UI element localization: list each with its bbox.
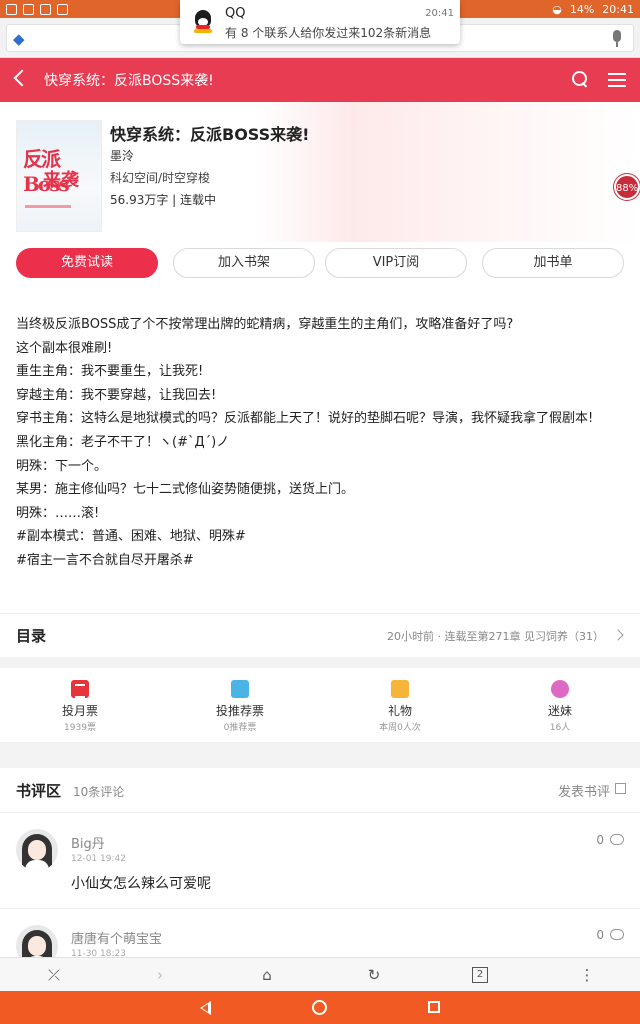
qq-notification[interactable]: QQ 20:41 有 8 个联系人给你发过来102条新消息 [180, 0, 460, 44]
vip-subscribe-button[interactable]: VIP订阅 [325, 248, 467, 278]
comment-bubble-icon[interactable] [610, 834, 624, 845]
book-category[interactable]: 科幻空间/时空穿梭 [110, 169, 210, 186]
reviews-title: 书评区 [16, 782, 62, 800]
review-comment-count: 0 [596, 833, 604, 847]
support-actions: 投月票 1939票 投推荐票 0推荐票 礼物 本周0人次 迷妹 16人 [0, 668, 640, 742]
stat-count: 0推荐票 [223, 723, 257, 733]
review-item[interactable]: Big丹 12-01 19:42 小仙女怎么辣么可爱呢 0 [0, 813, 640, 909]
monthly-ticket-button[interactable]: 投月票 1939票 [20, 680, 140, 733]
refresh-icon[interactable]: ↻ [366, 967, 382, 983]
home-icon[interactable]: ⌂ [259, 967, 275, 983]
screen: ◒ 14% 20:41 ◆ QQ 20:41 有 8 个联系人给你发过来102条… [0, 0, 640, 1024]
close-page-icon[interactable]: ⤫ [46, 967, 62, 983]
toc-label: 目录 [16, 627, 47, 645]
review-text: 小仙女怎么辣么可爱呢 [71, 876, 211, 892]
cover-decoration [25, 205, 71, 208]
tabs-icon[interactable]: 2 [472, 967, 488, 983]
forward-icon[interactable]: › [152, 967, 168, 983]
review-item[interactable]: 唐唐有个萌宝宝 11-30 18:23 0 [0, 910, 640, 957]
intro-line: 某男：施主修仙吗？七十二式修仙姿势随便挑，送货上门。 [16, 482, 355, 498]
intro-line: 穿书主角：这特么是地狱模式的吗？反派都能上天了！说好的垫脚石呢？导演，我怀疑我拿… [16, 411, 594, 427]
stat-label: 投月票 [61, 704, 98, 718]
stat-count: 16人 [549, 723, 571, 733]
notification-icon [57, 3, 68, 15]
search-icon[interactable] [572, 71, 588, 87]
intro-line: 明殊：下一个。 [16, 458, 108, 474]
table-of-contents-row[interactable]: 目录 20小时前 · 连载至第271章 见习饲养（31） [0, 613, 640, 657]
app-header: 快穿系统：反派BOSS来袭! [0, 58, 640, 102]
comment-bubble-icon[interactable] [610, 929, 624, 940]
menu-icon[interactable] [608, 73, 626, 87]
book-meta: 56.93万字 | 连载中 [110, 193, 217, 207]
notification-message: 有 8 个联系人给你发过来102条新消息 [225, 26, 432, 40]
free-read-button[interactable]: 免费试读 [16, 248, 158, 278]
edit-icon[interactable] [615, 783, 626, 794]
review-time: 12-01 19:42 [71, 854, 126, 864]
write-review-button[interactable]: 发表书评 [558, 781, 610, 800]
intro-line: 重生主角：我不要重生，让我死! [16, 364, 204, 380]
gift-icon [391, 680, 409, 698]
stat-label: 礼物 [387, 704, 412, 718]
stat-label: 投推荐票 [215, 704, 264, 718]
intro-line: 当终极反派BOSS成了个不按常理出牌的蛇精病，穿越重生的主角们，攻略准备好了吗? [16, 317, 514, 332]
gift-button[interactable]: 礼物 本周0人次 [340, 680, 460, 733]
reviewer-name[interactable]: 唐唐有个萌宝宝 [71, 928, 162, 947]
notification-icon [6, 3, 17, 15]
book-title: 快穿系统：反派BOSS来袭! [110, 125, 310, 144]
status-right: ◒ 14% 20:41 [552, 0, 634, 18]
notification-time: 20:41 [425, 8, 454, 19]
monthly-ticket-icon [71, 680, 89, 698]
add-to-list-button[interactable]: 加书单 [482, 248, 624, 278]
cover-title-line-2: 来袭 [43, 170, 79, 191]
recommend-ticket-button[interactable]: 投推荐票 0推荐票 [180, 680, 300, 733]
stat-count: 本周0人次 [379, 723, 421, 733]
avatar[interactable] [16, 829, 58, 871]
score-badge: 88% [614, 174, 640, 200]
reviews-count: 10条评论 [73, 785, 125, 799]
notification-icon [40, 3, 51, 15]
intro-line: #副本模式：普通、困难、地狱、明殊# [16, 529, 246, 545]
nav-recents-icon[interactable] [428, 1001, 440, 1013]
intro-line: 黑化主角：老子不干了！ヽ(#`Д´)ノ [16, 434, 230, 450]
back-arrow-icon[interactable] [13, 69, 31, 87]
book-intro: 当终极反派BOSS成了个不按常理出牌的蛇精病，穿越重生的主角们，攻略准备好了吗?… [16, 313, 628, 573]
fans-button[interactable]: 迷妹 16人 [500, 680, 620, 733]
browser-toolbar: ⤫ › ⌂ ↻ 2 ⋮ [0, 957, 640, 991]
reviewer-name[interactable]: Big丹 [71, 833, 105, 852]
chevron-right-icon [612, 629, 624, 641]
microphone-icon[interactable] [611, 30, 623, 48]
add-to-shelf-button[interactable]: 加入书架 [173, 248, 315, 278]
baidu-paw-icon[interactable]: ◆ [13, 30, 31, 48]
stat-label: 迷妹 [547, 704, 572, 718]
nav-home-icon[interactable] [312, 1000, 327, 1015]
section-divider [0, 742, 640, 768]
section-divider [0, 657, 640, 668]
status-icons [0, 3, 68, 15]
recommend-ticket-icon [231, 680, 249, 698]
wifi-icon: ◒ [552, 2, 562, 16]
notification-icon [23, 3, 34, 15]
review-comment-count: 0 [596, 928, 604, 942]
intro-line: 穿越主角：我不要穿越，让我回去! [16, 387, 217, 403]
avatar[interactable] [16, 925, 58, 957]
reviews-header: 书评区 10条评论 发表书评 [0, 768, 640, 813]
book-cover[interactable]: 反派Boss 来袭 [16, 120, 102, 232]
battery-level: 14% [569, 2, 595, 16]
notification-app: QQ [225, 6, 246, 21]
fan-icon [551, 680, 569, 698]
more-options-icon[interactable]: ⋮ [579, 967, 595, 983]
intro-line: #宿主一言不合就自尽开屠杀# [16, 552, 194, 568]
qq-penguin-icon [192, 10, 214, 34]
book-author[interactable]: 墨泠 [110, 147, 134, 164]
stat-count: 1939票 [64, 723, 96, 733]
book-header: 反派Boss 来袭 快穿系统：反派BOSS来袭! 墨泠 科幻空间/时空穿梭 56… [0, 102, 640, 242]
intro-line: 这个副本很难刷! [16, 340, 113, 356]
clock: 20:41 [602, 2, 634, 16]
header-title: 快穿系统：反派BOSS来袭! [44, 73, 214, 89]
latest-chapter: 20小时前 · 连载至第271章 见习饲养（31） [387, 630, 604, 643]
nav-back-icon[interactable] [200, 1001, 211, 1015]
system-nav-bar [0, 991, 640, 1024]
review-time: 11-30 18:23 [71, 949, 126, 957]
intro-line: 明殊：……滚! [16, 505, 100, 521]
